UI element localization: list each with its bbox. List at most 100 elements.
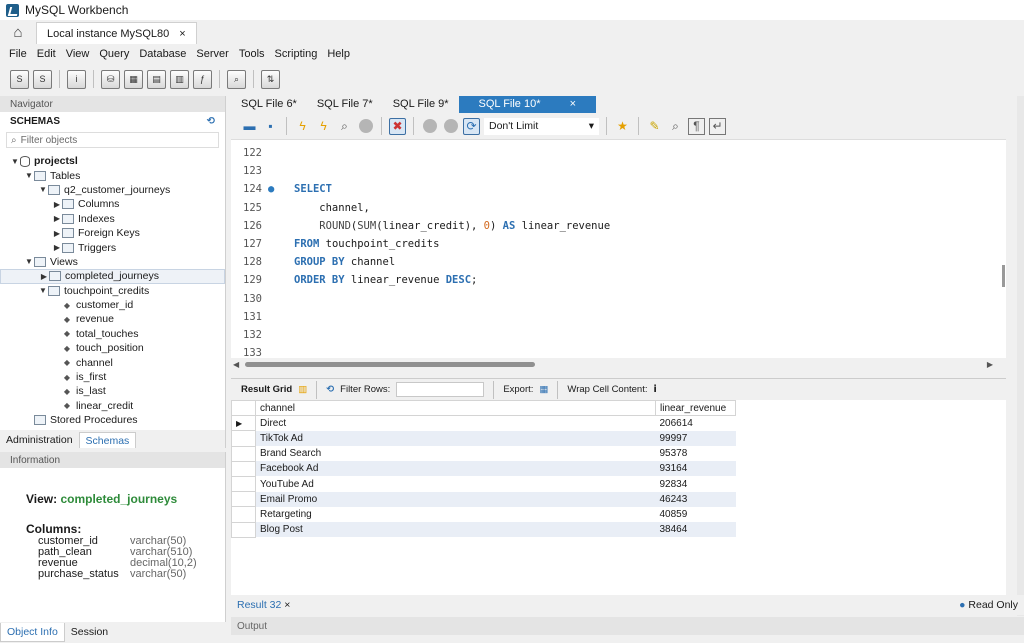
beautify-icon[interactable]: ✎ <box>646 118 663 135</box>
cell-linear-revenue[interactable]: 95378 <box>656 446 736 461</box>
collapsed-arrow-icon[interactable]: ▶ <box>52 243 62 252</box>
create-procedure-icon[interactable]: ▥ <box>170 69 189 89</box>
cell-channel[interactable]: Email Promo <box>255 491 656 507</box>
editor-vertical-scrollbar[interactable] <box>1002 265 1005 287</box>
cell-linear-revenue[interactable]: 99997 <box>655 430 736 447</box>
tab-object-info[interactable]: Object Info <box>0 623 65 642</box>
tree-item[interactable]: ▼ Views <box>0 255 225 269</box>
column-header-channel[interactable]: channel <box>255 399 656 417</box>
scroll-right-icon[interactable]: ▶ <box>987 360 993 369</box>
filter-rows-input[interactable] <box>396 382 485 397</box>
cell-linear-revenue[interactable]: 206614 <box>656 416 736 431</box>
collapsed-arrow-icon[interactable]: ▶ <box>52 229 62 238</box>
result-tab[interactable]: Result 32 × <box>237 599 290 611</box>
tab-schemas[interactable]: Schemas <box>78 432 137 448</box>
tree-item[interactable]: ▶ Triggers <box>0 240 225 254</box>
tree-item[interactable]: ◆ is_last <box>0 384 225 398</box>
table-row[interactable]: Retargeting 40859 <box>231 506 736 523</box>
autocommit-icon[interactable]: ⟳ <box>463 117 480 135</box>
collapsed-arrow-icon[interactable]: ▶ <box>39 272 49 281</box>
cell-channel[interactable]: YouTube Ad <box>256 476 656 491</box>
create-view-icon[interactable]: ▤ <box>147 69 166 89</box>
table-row[interactable]: Facebook Ad 93164 <box>231 460 736 477</box>
cell-channel[interactable]: Retargeting <box>256 507 656 522</box>
collapsed-arrow-icon[interactable]: ▶ <box>52 214 62 223</box>
tab-sql-file-7[interactable]: SQL File 7* <box>307 96 383 113</box>
code-line[interactable]: SELECT <box>294 180 332 198</box>
cell-channel[interactable]: Brand Search <box>256 446 656 461</box>
menu-file[interactable]: File <box>4 48 32 60</box>
toggle-error-icon[interactable]: ✖ <box>389 117 406 135</box>
stop-icon[interactable] <box>357 118 374 135</box>
table-row[interactable]: Email Promo 46243 <box>231 491 736 508</box>
invisible-chars-icon[interactable]: ¶ <box>688 117 705 135</box>
menu-database[interactable]: Database <box>134 48 191 60</box>
result-tab-close-icon[interactable]: × <box>284 599 290 611</box>
tab-sql-file-6[interactable]: SQL File 6* <box>231 96 307 113</box>
code-line[interactable]: GROUP BY channel <box>294 253 395 271</box>
create-schema-icon[interactable]: ⛁ <box>101 69 120 89</box>
tab-close-icon[interactable]: × <box>560 98 586 110</box>
expanded-arrow-icon[interactable]: ▼ <box>24 171 34 180</box>
reconnect-icon[interactable]: ⇅ <box>261 69 280 89</box>
new-sql-tab-icon[interactable]: S <box>10 69 29 89</box>
filter-objects-input[interactable]: ⌕ Filter objects <box>6 132 219 148</box>
tree-item[interactable]: ◆ customer_id <box>0 298 225 312</box>
collapsed-arrow-icon[interactable]: ▶ <box>52 200 62 209</box>
tree-item[interactable]: ◆ revenue <box>0 312 225 326</box>
cell-linear-revenue[interactable]: 92834 <box>656 476 736 491</box>
menu-help[interactable]: Help <box>322 48 355 60</box>
menu-scripting[interactable]: Scripting <box>270 48 323 60</box>
tab-sql-file-9[interactable]: SQL File 9* <box>383 96 459 113</box>
tree-item[interactable]: ◆ total_touches <box>0 327 225 341</box>
editor-horizontal-scrollbar[interactable]: ◀ ▶ <box>233 360 993 370</box>
tree-item[interactable]: ▶ Columns <box>0 197 225 211</box>
tree-item[interactable]: ◆ channel <box>0 355 225 369</box>
table-row[interactable]: TikTok Ad 99997 <box>231 430 736 447</box>
tree-item[interactable]: ▼ q2_customer_journeys <box>0 183 225 197</box>
table-row[interactable]: ▶ Direct 206614 <box>231 415 736 432</box>
word-wrap-icon[interactable]: ↵ <box>709 117 726 135</box>
expanded-arrow-icon[interactable]: ▼ <box>38 286 48 295</box>
tree-item[interactable]: ▼ projectsl <box>0 154 225 168</box>
grid-icon[interactable]: ▥ <box>298 384 307 395</box>
wrap-cell-icon[interactable]: ⅰ <box>654 384 657 395</box>
create-table-icon[interactable]: ▦ <box>124 69 143 89</box>
instance-tab-close-icon[interactable]: × <box>179 28 185 40</box>
cell-linear-revenue[interactable]: 93164 <box>655 461 736 477</box>
tree-item[interactable]: ▶ Foreign Keys <box>0 226 225 240</box>
tree-item[interactable]: ◆ touch_position <box>0 341 225 355</box>
refresh-schemas-icon[interactable]: ⟲ <box>207 116 215 127</box>
menu-edit[interactable]: Edit <box>32 48 61 60</box>
add-snippet-icon[interactable]: ★ <box>614 118 631 135</box>
result-grid[interactable]: channel linear_revenue ▶ Direct 206614 TikT… <box>231 399 1006 595</box>
tree-item[interactable]: ◆ is_first <box>0 370 225 384</box>
home-icon[interactable]: ⌂ <box>0 20 36 44</box>
open-file-icon[interactable]: ▬ <box>241 118 258 135</box>
result-grid-label[interactable]: Result Grid <box>241 384 292 395</box>
tree-item[interactable]: ▼ touchpoint_credits <box>0 284 225 298</box>
export-icon[interactable]: ▦ <box>539 384 548 395</box>
tab-administration[interactable]: Administration <box>0 432 79 448</box>
tree-item[interactable]: ▶ completed_journeys <box>0 269 225 284</box>
cell-channel[interactable]: Direct <box>256 416 656 431</box>
code-line[interactable]: ROUND(SUM(linear_credit), 0) AS linear_r… <box>294 217 610 235</box>
table-row[interactable]: Brand Search 95378 <box>231 445 736 462</box>
sql-editor[interactable]: 122 123 124 ● SELECT 125 channel, 126 ROUND(SU… <box>231 140 1006 359</box>
table-row[interactable]: Blog Post 38464 <box>231 521 736 538</box>
table-row[interactable]: YouTube Ad 92834 <box>231 475 736 493</box>
tab-sql-file-10[interactable]: SQL File 10* × <box>458 96 596 113</box>
code-line[interactable]: channel, <box>294 199 370 217</box>
tree-item[interactable]: ◆ linear_credit <box>0 399 225 413</box>
execute-icon[interactable]: ϟ <box>294 118 311 135</box>
code-line[interactable]: FROM touchpoint_credits <box>294 235 439 253</box>
cell-linear-revenue[interactable]: 40859 <box>656 507 736 522</box>
menu-tools[interactable]: Tools <box>234 48 270 60</box>
execute-current-icon[interactable]: ϟ <box>315 118 332 135</box>
expanded-arrow-icon[interactable]: ▼ <box>24 257 34 266</box>
rollback-icon[interactable] <box>442 118 459 135</box>
tree-item[interactable]: ▶ Indexes <box>0 212 225 226</box>
tab-session[interactable]: Session <box>65 623 114 642</box>
refresh-icon[interactable]: ⟲ <box>326 384 334 395</box>
inspector-icon[interactable]: i <box>67 69 86 89</box>
